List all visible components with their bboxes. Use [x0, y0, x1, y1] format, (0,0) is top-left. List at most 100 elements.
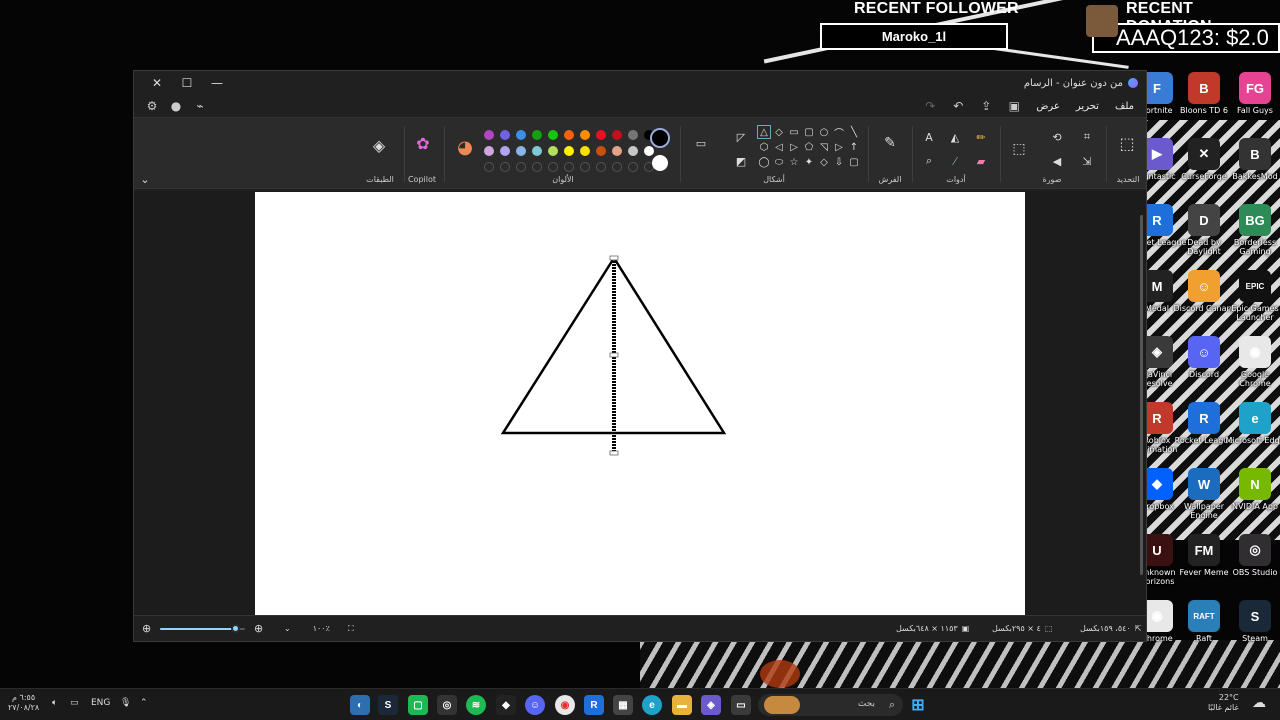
app-taskbar-icon[interactable]: ▢	[408, 695, 428, 715]
color-swatch[interactable]	[548, 146, 558, 156]
account-icon[interactable]: ●	[164, 96, 188, 116]
custom-color-slot[interactable]	[628, 162, 638, 172]
custom-color-slot[interactable]	[580, 162, 590, 172]
shape-tool-icon[interactable]: ↑	[848, 141, 860, 153]
clock[interactable]: ٦:٥٥ م ٢٧/٠٨/٢٨	[8, 693, 39, 713]
store-taskbar-icon[interactable]: ▦	[613, 695, 633, 715]
desktop-icon[interactable]: FG Fall Guys	[1224, 72, 1280, 115]
color-swatch[interactable]	[580, 146, 590, 156]
color-swatch[interactable]	[628, 146, 638, 156]
close-button[interactable]: ✕	[142, 73, 172, 93]
file-explorer-taskbar-icon[interactable]: ▬	[672, 695, 692, 715]
settings-gear-icon[interactable]: ⚙	[140, 96, 164, 116]
outline-icon[interactable]: ▭	[692, 134, 710, 152]
maximize-button[interactable]: ☐	[172, 73, 202, 93]
color-swatch[interactable]	[612, 130, 622, 140]
color-swatch[interactable]	[532, 130, 542, 140]
vertical-scrollbar[interactable]	[1138, 191, 1146, 617]
custom-color-slot[interactable]	[516, 162, 526, 172]
start-button-icon[interactable]: ⊞	[908, 695, 928, 715]
selection-icon[interactable]: ⬚	[1118, 134, 1136, 153]
zoom-out-icon[interactable]: ⊕	[142, 622, 151, 635]
shape-tool-icon[interactable]: ◹	[818, 141, 830, 153]
shape-tool-icon[interactable]: ☆	[788, 156, 800, 168]
shape-tool-icon[interactable]: ▷	[833, 141, 845, 153]
image-select-icon[interactable]: ⬚	[1010, 140, 1028, 158]
desktop-icon[interactable]: S Steam	[1224, 600, 1280, 643]
zoom-in-icon[interactable]: ⊕	[254, 622, 263, 635]
github-taskbar-icon[interactable]: ◎	[437, 695, 457, 715]
zoom-slider[interactable]	[160, 624, 245, 633]
menu-edit[interactable]: تحرير	[1070, 101, 1105, 112]
color-swatch[interactable]	[564, 130, 574, 140]
fill-tool-icon[interactable]: ◭	[946, 128, 964, 146]
desktop-icon[interactable]: e Microsoft Edge	[1224, 402, 1280, 445]
line-handle-top[interactable]	[609, 255, 619, 261]
rotate-icon[interactable]: ⟲	[1048, 128, 1066, 146]
input-language[interactable]: ENG	[91, 698, 110, 708]
shape-tool-icon[interactable]: ◇	[773, 126, 785, 138]
color-swatch[interactable]	[596, 130, 606, 140]
microphone-icon[interactable]: 🎙︎	[120, 698, 131, 708]
volume-icon[interactable]: 🔈︎	[52, 698, 57, 708]
color-swatch[interactable]	[484, 130, 494, 140]
feedback-icon[interactable]: ⌁	[188, 96, 212, 116]
shape-outline-icon[interactable]: ◸	[732, 128, 750, 146]
color-swatch[interactable]	[548, 130, 558, 140]
scrollbar-thumb[interactable]	[1140, 215, 1143, 575]
shape-tool-icon[interactable]: △	[757, 125, 771, 139]
undo-icon[interactable]: ↶	[946, 96, 970, 116]
network-icon[interactable]: ▭	[70, 698, 79, 708]
shape-tool-icon[interactable]: ▭	[788, 126, 800, 138]
spotify-taskbar-icon[interactable]: ≋	[466, 695, 486, 715]
shape-tool-icon[interactable]: ○	[818, 126, 830, 138]
color-swatch[interactable]	[500, 146, 510, 156]
color-swatch[interactable]	[532, 146, 542, 156]
shape-tool-icon[interactable]: ◇	[818, 156, 830, 168]
primary-color-swatch[interactable]	[650, 128, 670, 148]
color-swatch[interactable]	[484, 146, 494, 156]
save-icon[interactable]: ▣	[1002, 96, 1026, 116]
edge-taskbar-icon[interactable]: e	[642, 695, 662, 715]
custom-color-slot[interactable]	[500, 162, 510, 172]
zoom-slider-thumb[interactable]	[231, 624, 240, 633]
desktop-icon[interactable]: ◉ Google Chrome	[1224, 336, 1280, 388]
color-wheel-icon[interactable]: ◕	[456, 137, 474, 158]
text-tool-icon[interactable]: A	[920, 128, 938, 146]
chevron-down-icon[interactable]: ⌄	[136, 170, 154, 188]
desktop-icon[interactable]: EPIC Epic Games Launcher	[1224, 270, 1280, 322]
layers-icon[interactable]: ◈	[370, 136, 388, 155]
color-swatch[interactable]	[516, 146, 526, 156]
fit-to-window-icon[interactable]: ⛶	[348, 624, 354, 634]
color-picker-icon[interactable]: ⁄	[946, 152, 964, 170]
paint-taskbar-icon[interactable]: ◐	[350, 695, 370, 715]
desktop-icon[interactable]: N NVIDIA App	[1224, 468, 1280, 511]
shape-tool-icon[interactable]: ⌒	[833, 126, 845, 140]
color-swatch[interactable]	[628, 130, 638, 140]
flip-icon[interactable]: ◀	[1048, 152, 1066, 170]
steam-taskbar-icon[interactable]: S	[378, 695, 398, 715]
custom-color-slot[interactable]	[612, 162, 622, 172]
custom-color-slot[interactable]	[564, 162, 574, 172]
resize-icon[interactable]: ⇲	[1078, 152, 1096, 170]
share-icon[interactable]: ⇪	[974, 96, 998, 116]
minimize-button[interactable]: —	[202, 73, 232, 93]
chrome-taskbar-icon[interactable]: ◉	[555, 695, 575, 715]
discord-taskbar-icon[interactable]: ☺	[525, 695, 545, 715]
brush-icon[interactable]: ✎	[881, 134, 899, 152]
desktop-icon[interactable]: BG Borderless Gaming	[1224, 204, 1280, 256]
shape-tool-icon[interactable]: ◁	[773, 141, 785, 153]
redo-icon[interactable]: ↷	[918, 96, 942, 116]
custom-color-slot[interactable]	[548, 162, 558, 172]
line-handle-middle[interactable]	[609, 352, 619, 358]
color-swatch[interactable]	[612, 146, 622, 156]
color-swatch[interactable]	[500, 130, 510, 140]
menu-file[interactable]: ملف	[1109, 101, 1140, 112]
shape-tool-icon[interactable]: ⬡	[758, 141, 770, 153]
shape-tool-icon[interactable]: ╲	[848, 126, 860, 138]
line-handle-bottom[interactable]	[609, 450, 619, 456]
shape-tool-icon[interactable]: ⇩	[833, 156, 845, 168]
color-swatch[interactable]	[596, 146, 606, 156]
magnifier-icon[interactable]: ⌕	[920, 152, 938, 170]
menu-view[interactable]: عرض	[1030, 101, 1066, 112]
